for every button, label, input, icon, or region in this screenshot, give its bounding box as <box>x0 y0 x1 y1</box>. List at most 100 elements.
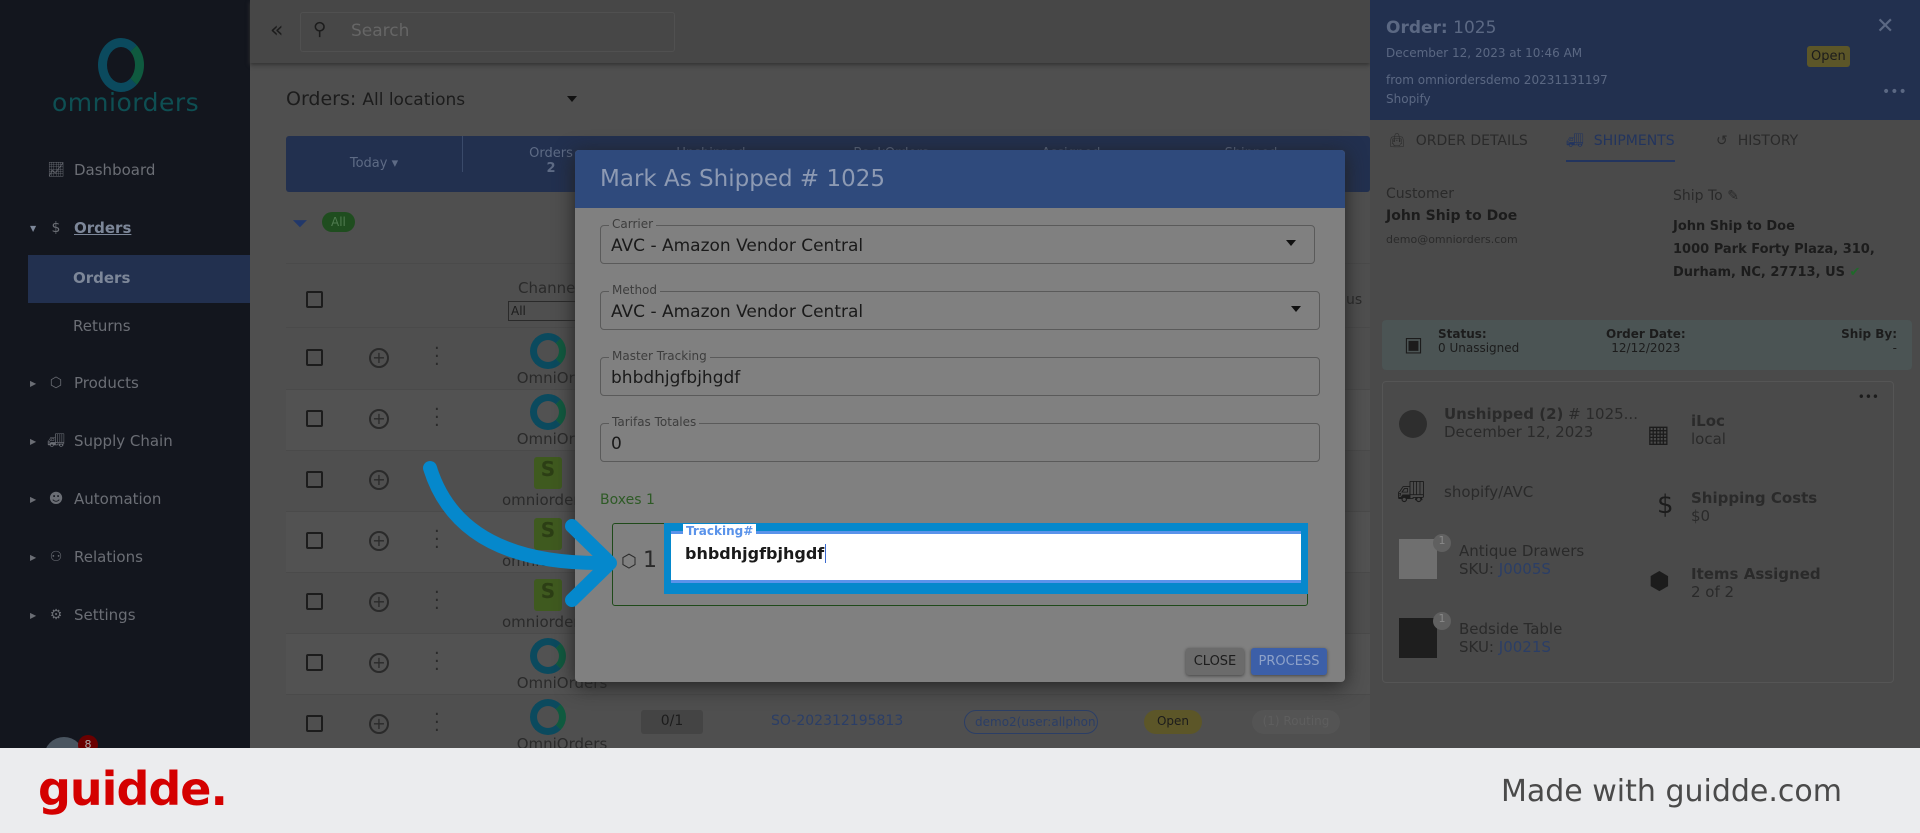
customer-name: John Ship to Doe <box>1386 208 1518 224</box>
tab-shipments[interactable]: 🚚︎ SHIPMENTS <box>1566 133 1675 162</box>
sidebar-subitem-orders[interactable]: Orders <box>28 255 250 303</box>
edit-icon[interactable]: ✎ <box>1727 188 1739 204</box>
filter-chip-all[interactable]: All <box>322 212 355 232</box>
add-circle-icon[interactable]: + <box>369 592 389 612</box>
omniorders-icon <box>530 638 566 674</box>
add-circle-icon[interactable]: + <box>369 714 389 734</box>
robot-icon: ☻ <box>48 491 64 507</box>
truck-icon: 🚚︎ <box>47 433 65 449</box>
tab-history[interactable]: ↺ HISTORY <box>1716 133 1798 149</box>
add-circle-icon[interactable]: + <box>369 531 389 551</box>
stat-today[interactable]: Today ▾ <box>286 136 463 172</box>
guide-arrow-icon <box>423 461 617 607</box>
routing-button[interactable]: (1) Routing <box>1252 710 1340 734</box>
ship-to-address: John Ship to Doe 1000 Park Forty Plaza, 3… <box>1673 219 1875 280</box>
close-icon[interactable]: ✕ <box>1876 14 1894 39</box>
column-channel: Channel <box>518 279 580 297</box>
dropdown-arrow-icon <box>1286 240 1296 251</box>
omniorders-icon <box>530 394 566 430</box>
box-tracking-input[interactable]: Tracking# bhbdhjgfbjhgdf <box>671 524 1301 583</box>
caret-right-icon: ▶ <box>30 494 37 504</box>
method-select[interactable]: Method AVC - Amazon Vendor Central <box>600 283 1320 330</box>
select-all-checkbox[interactable] <box>306 291 323 308</box>
dollar-icon: $ <box>1657 490 1674 520</box>
row-checkbox[interactable] <box>306 349 323 366</box>
tab-order-details[interactable]: 👜︎ ORDER DETAILS <box>1388 133 1528 149</box>
search-icon: ⚲ <box>313 19 327 40</box>
sidebar-item-dashboard[interactable]: 📈︎ Dashboard <box>30 161 155 179</box>
more-vertical-icon[interactable]: · · · <box>434 706 440 740</box>
label: Orders <box>74 219 132 237</box>
sku-link[interactable]: J0021S <box>1499 638 1551 656</box>
status-badge: Open <box>1807 46 1850 67</box>
omniorders-icon <box>530 699 566 735</box>
caret-right-icon: ▶ <box>30 436 37 446</box>
page-title: Orders: All locations <box>286 88 465 110</box>
table-row[interactable]: + · · · OmniOrders 0/1 SO-202312195813 demo2(… <box>286 695 1370 756</box>
label: Settings <box>74 606 136 624</box>
more-icon[interactable]: ••• <box>1882 84 1907 100</box>
close-button[interactable]: CLOSE <box>1186 648 1244 675</box>
customer-email: demo@omniorders.com <box>1386 233 1518 246</box>
status-badge: Open <box>1144 710 1202 734</box>
more-icon[interactable]: ••• <box>1858 390 1879 404</box>
customer-label: Customer <box>1386 186 1455 202</box>
row-checkbox[interactable] <box>306 593 323 610</box>
more-vertical-icon[interactable]: · · · <box>434 340 440 374</box>
sku-link[interactable]: J0005S <box>1499 560 1551 578</box>
sidebar-item-orders[interactable]: ▼ $ Orders <box>30 219 131 237</box>
label: Relations <box>74 548 143 566</box>
logo: omniorders <box>52 88 200 117</box>
sidebar-item-relations[interactable]: ▶ ⚇ Relations <box>30 548 143 566</box>
qty-cell: 0/1 <box>641 710 703 734</box>
master-tracking-input[interactable]: Master Tracking bhbdhjgfbjhgdf <box>600 349 1320 396</box>
collapse-sidebar-icon[interactable]: « <box>270 18 283 43</box>
tarifas-totales-input[interactable]: Tarifas Totales 0 <box>600 415 1320 462</box>
caret-right-icon: ▶ <box>30 378 37 388</box>
order-number: 1025 <box>1453 18 1497 38</box>
search-input[interactable]: Search <box>300 12 675 52</box>
sidebar-item-supply-chain[interactable]: ▶ 🚚︎ Supply Chain <box>30 432 173 450</box>
sidebar-item-products[interactable]: ▶ ⬡ Products <box>30 374 139 392</box>
dollar-icon: $ <box>51 220 61 236</box>
caret-right-icon: ▶ <box>30 552 37 562</box>
row-checkbox[interactable] <box>306 715 323 732</box>
add-circle-icon[interactable]: + <box>369 409 389 429</box>
sidebar-item-automation[interactable]: ▶ ☻ Automation <box>30 490 161 508</box>
box-icon: ⬡ <box>49 375 63 391</box>
chevron-down-icon[interactable] <box>567 96 577 107</box>
label: Automation <box>74 490 162 508</box>
order-source: from omniordersdemo 20231131197 <box>1386 73 1608 87</box>
verified-check-icon: ✔ <box>1849 265 1861 280</box>
order-header: Order: 1025 December 12, 2023 at 10:46 A… <box>1370 0 1920 120</box>
clock-icon <box>1399 410 1427 438</box>
box-icon: ⬢ <box>1649 567 1670 595</box>
row-checkbox[interactable] <box>306 471 323 488</box>
tracking-value: bhbdhjgfbjhgdf <box>685 544 827 563</box>
sidebar-item-settings[interactable]: ▶ ⚙ Settings <box>30 606 136 624</box>
label: Dashboard <box>74 161 156 179</box>
carrier-select[interactable]: Carrier AVC - Amazon Vendor Central <box>600 217 1315 264</box>
made-with-text: Made with guidde.com <box>1500 774 1842 809</box>
logo-icon <box>98 38 144 92</box>
row-checkbox[interactable] <box>306 654 323 671</box>
row-checkbox[interactable] <box>306 410 323 427</box>
add-circle-icon[interactable]: + <box>369 653 389 673</box>
sidebar: omniorders 📈︎ Dashboard ▼ $ Orders Orders R… <box>0 0 250 777</box>
sidebar-subitem-returns[interactable]: Returns <box>28 303 250 351</box>
add-circle-icon[interactable]: + <box>369 470 389 490</box>
more-vertical-icon[interactable]: · · · <box>434 401 440 435</box>
filter-add-icon[interactable]: ⏷ <box>292 211 308 235</box>
caret-down-icon: ▼ <box>30 223 37 233</box>
carrier-text: shopify/AVC <box>1444 483 1534 501</box>
process-button[interactable]: PROCESS <box>1251 648 1327 675</box>
mark-as-shipped-dialog: Mark As Shipped # 1025 Carrier AVC - Amaz… <box>575 150 1345 682</box>
row-checkbox[interactable] <box>306 532 323 549</box>
add-circle-icon[interactable]: + <box>369 348 389 368</box>
user-chip[interactable]: demo2(user:allphon <box>964 710 1098 734</box>
order-platform: Shopify <box>1386 92 1431 106</box>
more-vertical-icon[interactable]: · · · <box>434 645 440 679</box>
order-number-link[interactable]: SO-202312195813 <box>771 713 903 729</box>
location-select[interactable]: All locations <box>362 90 465 110</box>
chart-icon: 📈︎ <box>47 162 65 178</box>
